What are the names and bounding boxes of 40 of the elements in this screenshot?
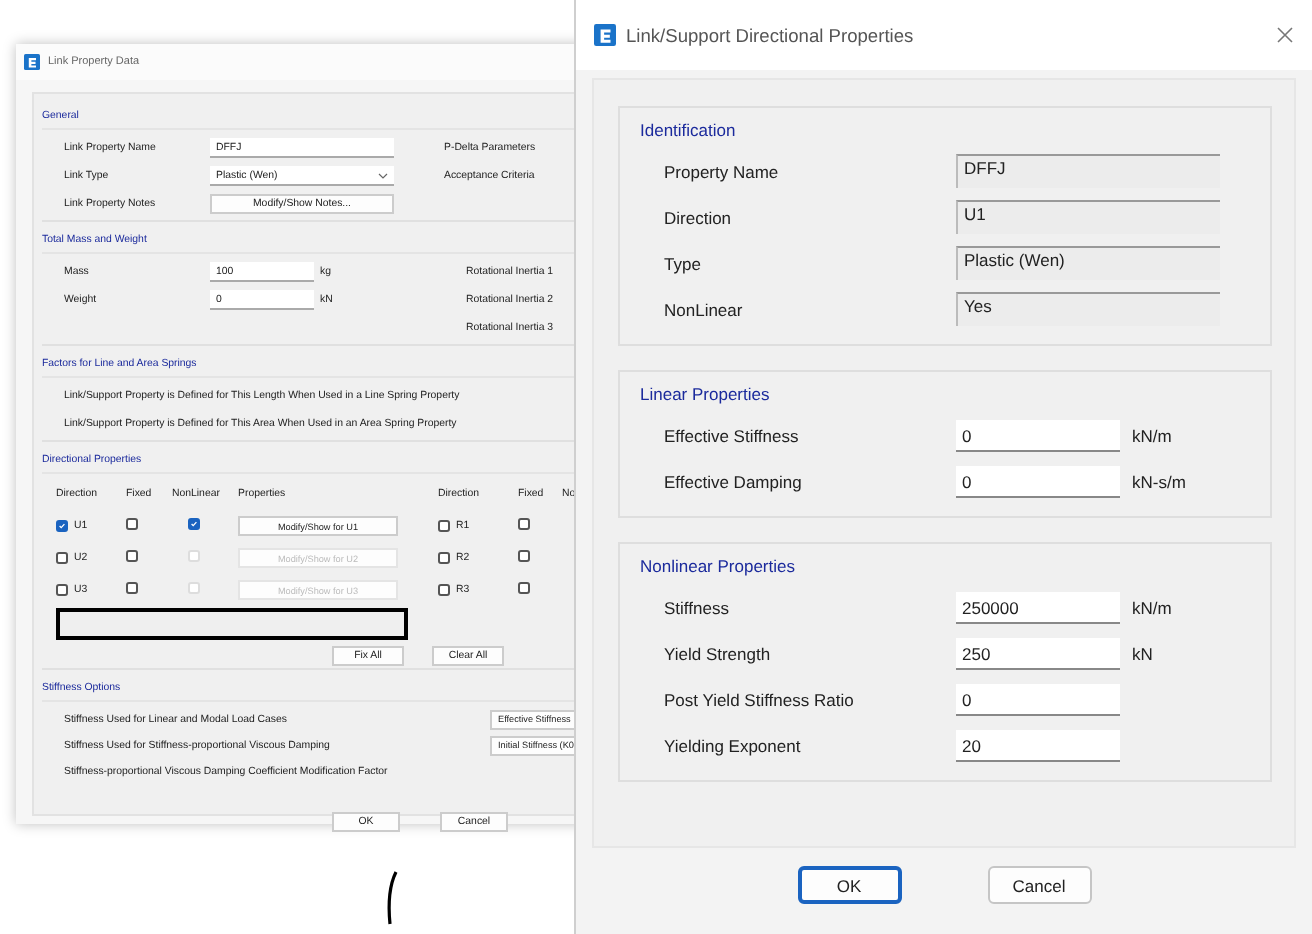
app-logo-icon xyxy=(24,54,40,70)
unit-label: kN xyxy=(1132,643,1155,663)
dialog-button[interactable]: OK xyxy=(797,866,901,904)
field-label: Property Name xyxy=(664,161,781,181)
field-label: Direction xyxy=(664,207,734,227)
field-label: Effective Stiffness xyxy=(664,425,801,445)
group-title: Linear Properties xyxy=(638,382,772,408)
input-field[interactable]: 0 xyxy=(956,465,1120,497)
unit-label: kN/m xyxy=(1132,597,1174,617)
app-logo-icon xyxy=(594,24,616,46)
pen-stroke xyxy=(384,868,400,928)
group-title: Nonlinear Properties xyxy=(638,554,797,580)
readonly-field: Plastic (Wen) xyxy=(956,246,1220,280)
input-field[interactable]: 250 xyxy=(956,637,1120,669)
checkbox[interactable] xyxy=(188,518,200,530)
checkbox[interactable] xyxy=(438,520,450,532)
field-label: Type xyxy=(664,253,703,273)
checkbox[interactable] xyxy=(126,518,138,530)
readonly-field: Yes xyxy=(956,292,1220,326)
group-title: Identification xyxy=(638,118,738,144)
field-label: Stiffness xyxy=(664,597,731,617)
readonly-field: DFFJ xyxy=(956,154,1220,188)
input-field[interactable]: 0 xyxy=(956,683,1120,715)
dialog-button[interactable]: Cancel xyxy=(987,866,1091,904)
input-field[interactable]: 250000 xyxy=(956,591,1120,623)
input-field[interactable]: 0 xyxy=(956,419,1120,451)
field-label: Yield Strength xyxy=(664,643,773,663)
readonly-field: U1 xyxy=(956,200,1220,234)
input-field[interactable]: 20 xyxy=(956,729,1120,761)
field-label: NonLinear xyxy=(664,299,745,319)
dropdown-caret-icon[interactable] xyxy=(378,171,388,179)
checkbox[interactable] xyxy=(518,518,530,530)
window-title: Link/Support Directional Properties xyxy=(626,25,916,45)
field-label: Yielding Exponent xyxy=(664,735,803,755)
unit-label: kN/m xyxy=(1132,425,1174,445)
close-icon[interactable] xyxy=(1276,26,1294,44)
checkbox[interactable] xyxy=(56,520,68,532)
field-label: Effective Damping xyxy=(664,471,804,491)
field-label: Post Yield Stiffness Ratio xyxy=(664,689,856,709)
unit-label: kN-s/m xyxy=(1132,471,1188,491)
